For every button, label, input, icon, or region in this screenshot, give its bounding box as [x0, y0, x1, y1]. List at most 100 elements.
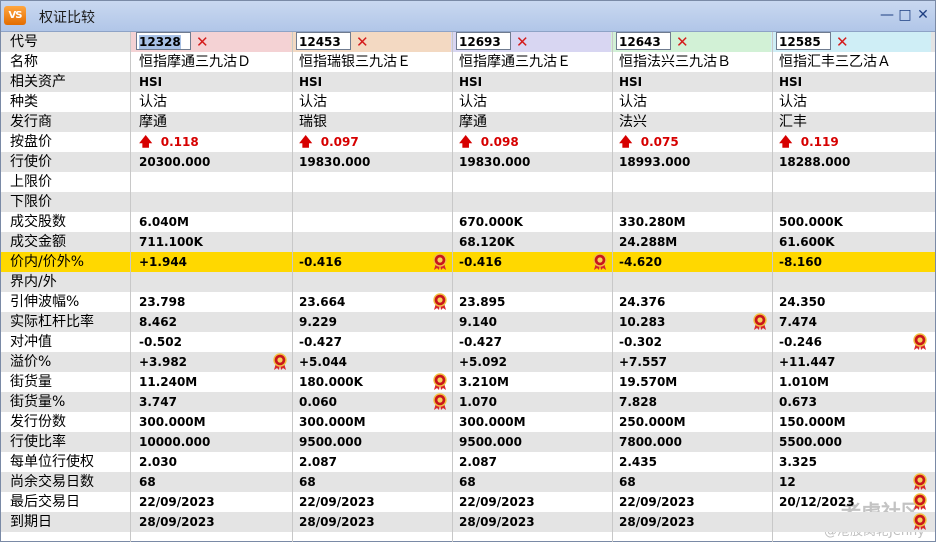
cell-issuer: 汇丰: [779, 114, 807, 130]
cell-asset: HSI: [459, 75, 483, 89]
remove-warrant-icon[interactable]: ✕: [516, 33, 530, 51]
cell-turnover: 68.120K: [459, 235, 515, 249]
table-row: 成交股数 6.040M 670.000K 330.280M 500.000K: [1, 212, 935, 232]
cell-last_trade: 22/09/2023: [139, 495, 215, 509]
table-row: 种类 认沽 认沽 认沽 认沽 认沽: [1, 92, 935, 112]
award-ribbon-icon: [913, 513, 927, 531]
table-row: 价内/价外% +1.944 -0.416 -0.416 -4.620 -8.160: [1, 252, 935, 272]
cell-asset: HSI: [779, 75, 803, 89]
minimize-icon[interactable]: —: [879, 7, 895, 23]
cell-name: 恒指法兴三九沽Ｂ: [619, 54, 731, 70]
row-label: 对冲值: [10, 334, 52, 350]
table-row: 尚余交易日数 68 68 68 68 12: [1, 472, 935, 492]
remove-warrant-icon[interactable]: ✕: [676, 33, 690, 51]
cell-moneyness: -0.416: [459, 255, 502, 269]
cell-expiry: 28/09/2023: [619, 515, 695, 529]
cell-ratio: 5500.000: [779, 435, 843, 449]
warrant-code-input[interactable]: 12328: [136, 32, 191, 50]
column-header-cell: 12693 ✕: [451, 32, 611, 52]
table-row: 实际杠杆比率 8.462 9.229 9.140 10.283 7.474: [1, 312, 935, 332]
row-label: 最后交易日: [10, 494, 80, 510]
cell-type: 认沽: [619, 94, 647, 110]
table-row: 对冲值 -0.502 -0.427 -0.427 -0.302 -0.246: [1, 332, 935, 352]
cell-price: 🡅 0.098: [459, 135, 519, 150]
app-logo-icon: VS: [4, 6, 26, 25]
column-header-cell: 12585 ✕: [771, 32, 931, 52]
cell-asset: HSI: [619, 75, 643, 89]
cell-name: 恒指瑞银三九沽Ｅ: [299, 54, 411, 70]
column-divider: [292, 32, 293, 542]
cell-issuer: 摩通: [459, 114, 487, 130]
cell-moneyness: -8.160: [779, 255, 822, 269]
cell-days: 68: [619, 475, 636, 489]
cell-outstanding: 1.010M: [779, 375, 829, 389]
remove-warrant-icon[interactable]: ✕: [196, 33, 210, 51]
cell-type: 认沽: [139, 94, 167, 110]
warrant-code-input[interactable]: 12453: [296, 32, 351, 50]
cell-type: 认沽: [779, 94, 807, 110]
warrant-compare-window: VS 权证比较 — □ ✕ 老虎社区 @港股窝轮Jenny 代号12328✕12…: [0, 0, 936, 542]
up-arrow-icon: 🡅: [779, 135, 793, 150]
remove-warrant-icon[interactable]: ✕: [356, 33, 370, 51]
cell-asset: HSI: [139, 75, 163, 89]
cell-last_trade: 22/09/2023: [459, 495, 535, 509]
cell-delta: -0.502: [139, 335, 182, 349]
cell-strike: 20300.000: [139, 155, 211, 169]
cell-issued: 150.000M: [779, 415, 846, 429]
cell-volume: 6.040M: [139, 215, 189, 229]
row-label: 每单位行使权: [10, 454, 94, 470]
row-label: 相关资产: [10, 74, 66, 90]
up-arrow-icon: 🡅: [619, 135, 633, 150]
award-ribbon-icon: [913, 473, 927, 491]
row-label: 街货量: [10, 374, 52, 390]
row-label: 行使价: [10, 154, 52, 170]
warrant-code-input[interactable]: 12693: [456, 32, 511, 50]
cell-moneyness: -0.416: [299, 255, 342, 269]
cell-turnover: 61.600K: [779, 235, 835, 249]
cell-strike: 18993.000: [619, 155, 691, 169]
row-label: 种类: [10, 94, 38, 110]
cell-issuer: 法兴: [619, 114, 647, 130]
warrant-code-input[interactable]: 12585: [776, 32, 831, 50]
cell-strike: 19830.000: [299, 155, 371, 169]
close-icon[interactable]: ✕: [915, 7, 931, 23]
column-divider: [130, 32, 131, 542]
table-row: 引伸波幅% 23.798 23.664 23.895 24.376 24.350: [1, 292, 935, 312]
column-divider: [612, 32, 613, 542]
cell-moneyness: +1.944: [139, 255, 188, 269]
cell-per_unit: 2.030: [139, 455, 177, 469]
table-row: 街货量% 3.747 0.060 1.070 7.828 0.673: [1, 392, 935, 412]
cell-per_unit: 2.435: [619, 455, 657, 469]
cell-ratio: 9500.000: [459, 435, 523, 449]
cell-ratio: 10000.000: [139, 435, 211, 449]
maximize-icon[interactable]: □: [897, 7, 913, 23]
row-label: 代号: [10, 34, 38, 50]
cell-type: 认沽: [299, 94, 327, 110]
cell-volume: 670.000K: [459, 215, 523, 229]
up-arrow-icon: 🡅: [139, 135, 153, 150]
cell-price: 🡅 0.097: [299, 135, 359, 150]
cell-outstanding_pct: 0.673: [779, 395, 817, 409]
cell-leverage: 9.229: [299, 315, 337, 329]
cell-ratio: 9500.000: [299, 435, 363, 449]
cell-premium: +3.982: [139, 355, 188, 369]
cell-price: 🡅 0.075: [619, 135, 679, 150]
row-label: 按盘价: [10, 134, 52, 150]
cell-type: 认沽: [459, 94, 487, 110]
warrant-code-input[interactable]: 12643: [616, 32, 671, 50]
remove-warrant-icon[interactable]: ✕: [836, 33, 850, 51]
cell-turnover: 24.288M: [619, 235, 678, 249]
cell-delta: -0.302: [619, 335, 662, 349]
row-label: 下限价: [10, 194, 52, 210]
cell-per_unit: 2.087: [299, 455, 337, 469]
cell-days: 12: [779, 475, 796, 489]
table-row: 按盘价 🡅 0.118 🡅 0.097 🡅 0.098 🡅 0.075 🡅 0.119: [1, 132, 935, 152]
award-ribbon-icon: [593, 253, 607, 271]
cell-delta: -0.246: [779, 335, 822, 349]
table-row: 成交金额 711.100K 68.120K 24.288M 61.600K: [1, 232, 935, 252]
cell-issuer: 瑞银: [299, 114, 327, 130]
cell-asset: HSI: [299, 75, 323, 89]
cell-ratio: 7800.000: [619, 435, 683, 449]
table-row: 名称 恒指摩通三九沽Ｄ 恒指瑞银三九沽Ｅ 恒指摩通三九沽Ｅ 恒指法兴三九沽Ｂ 恒指汇丰三乙…: [1, 52, 935, 72]
cell-outstanding: 19.570M: [619, 375, 678, 389]
